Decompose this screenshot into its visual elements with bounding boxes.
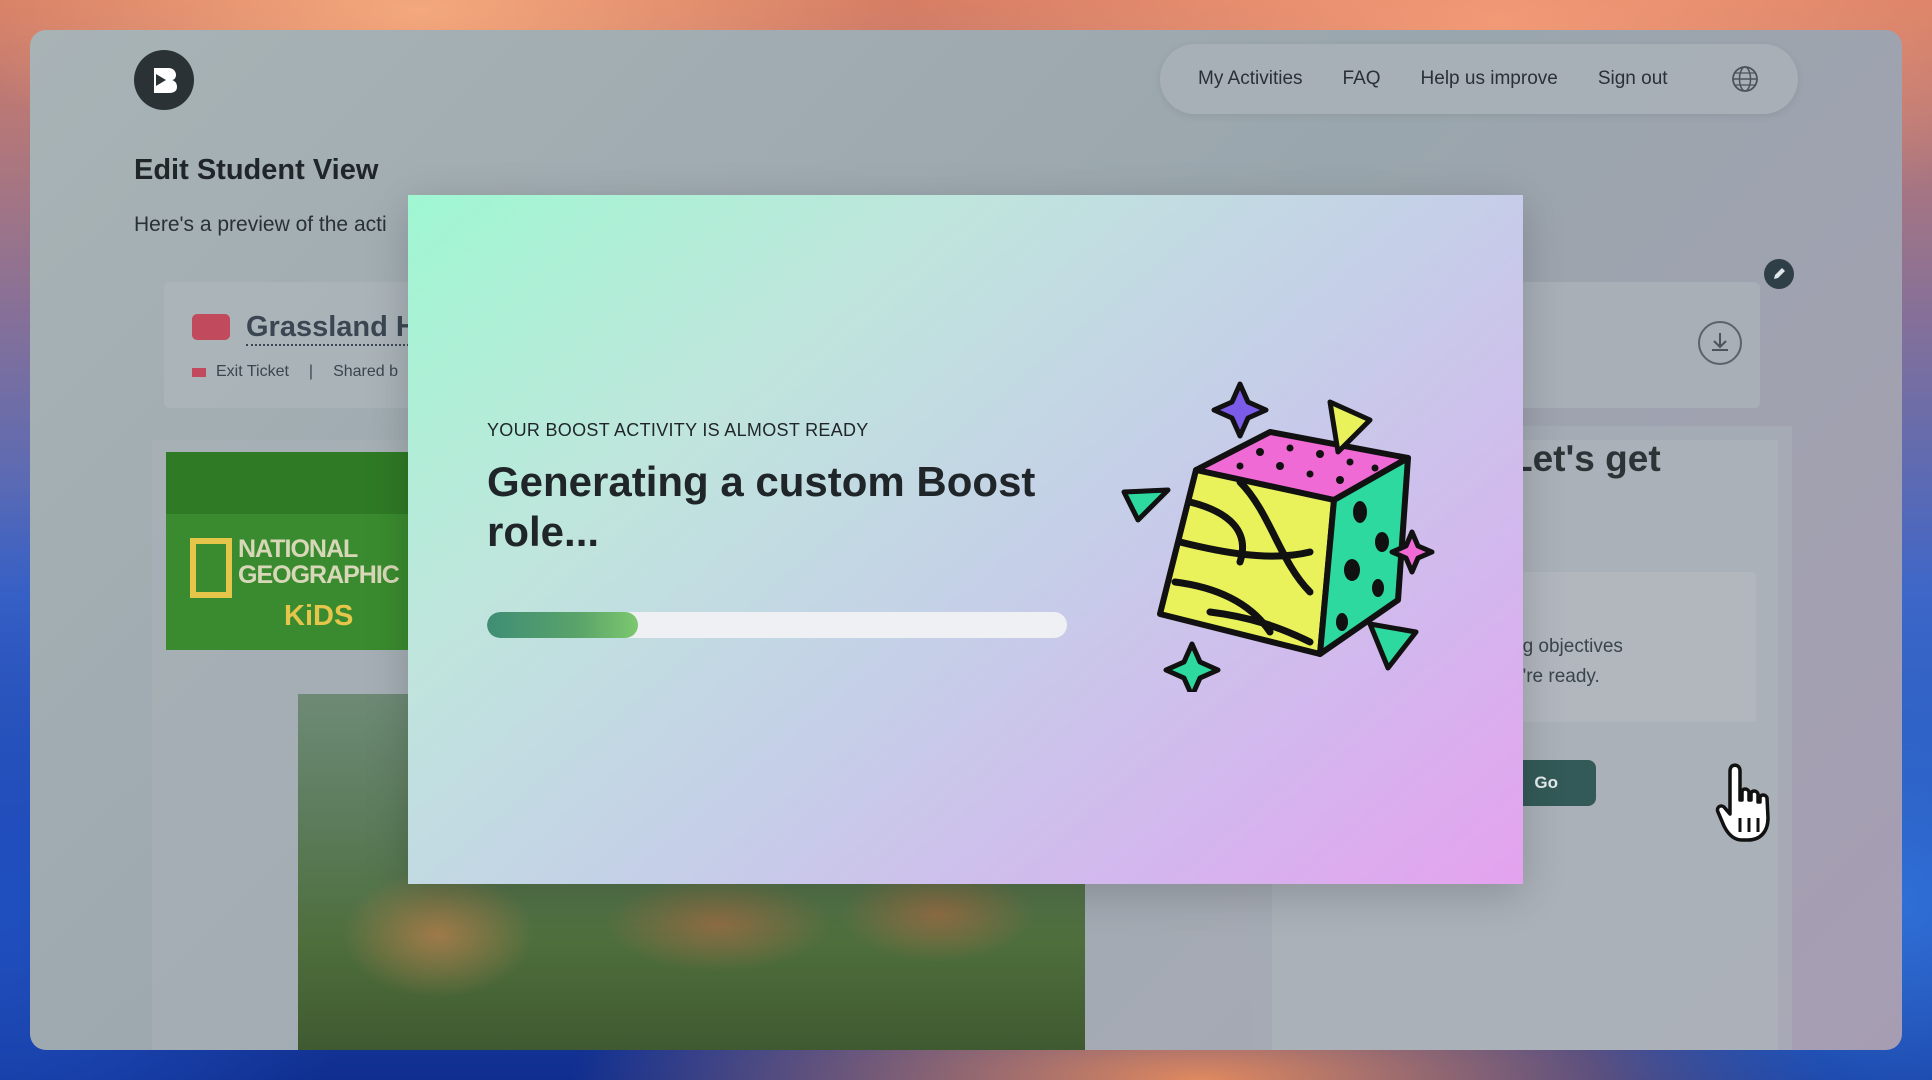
activity-title[interactable]: Grassland H — [246, 310, 417, 346]
boost-cube-illustration — [1121, 381, 1435, 692]
progress-fill — [487, 612, 638, 638]
nav-my-activities[interactable]: My Activities — [1198, 68, 1303, 90]
boost-logo[interactable] — [134, 50, 194, 110]
top-nav: My Activities FAQ Help us improve Sign o… — [1160, 44, 1798, 114]
brand-line-1: NATIONAL — [238, 535, 358, 563]
ticket-dot-icon — [192, 367, 206, 377]
meta-separator: | — [308, 363, 314, 380]
page-title: Edit Student View — [134, 154, 379, 186]
hand-pointer-icon — [1715, 763, 1770, 842]
welcome-heading: Let's get — [1510, 438, 1661, 479]
modal-title: Generating a custom Boost role... — [487, 458, 1036, 555]
objectives-line-1: ng objectives — [1512, 636, 1623, 657]
globe-icon[interactable] — [1730, 64, 1760, 94]
brand-line-2: GEOGRAPHIC — [238, 561, 400, 589]
ticket-icon — [192, 314, 230, 340]
nav-sign-out[interactable]: Sign out — [1598, 68, 1668, 90]
page-subtitle: Here's a preview of the acti — [134, 213, 387, 236]
download-button[interactable] — [1698, 321, 1742, 365]
nav-faq[interactable]: FAQ — [1343, 68, 1381, 90]
pencil-icon — [1774, 268, 1785, 279]
download-icon — [1712, 333, 1728, 351]
activity-shared: Shared b — [333, 363, 398, 380]
generating-modal: YOUR BOOST ACTIVITY IS ALMOST READY Gene… — [408, 195, 1523, 884]
logo-icon — [154, 68, 177, 93]
objectives-line-2: u're ready. — [1512, 666, 1600, 687]
activity-type: Exit Ticket — [216, 363, 289, 380]
progress-bar — [487, 612, 1067, 638]
activity-meta: Exit Ticket | Shared b — [192, 363, 398, 381]
natgeo-kids-text: KiDS — [284, 600, 354, 632]
nav-help-improve[interactable]: Help us improve — [1421, 68, 1558, 90]
edit-button[interactable] — [1764, 259, 1794, 289]
lets-go-label: Go — [1534, 773, 1558, 792]
natgeo-wordmark: NATIONAL GEOGRAPHIC — [238, 535, 400, 589]
natgeo-yellow-frame — [190, 538, 232, 598]
modal-eyebrow: YOUR BOOST ACTIVITY IS ALMOST READY — [487, 420, 869, 440]
